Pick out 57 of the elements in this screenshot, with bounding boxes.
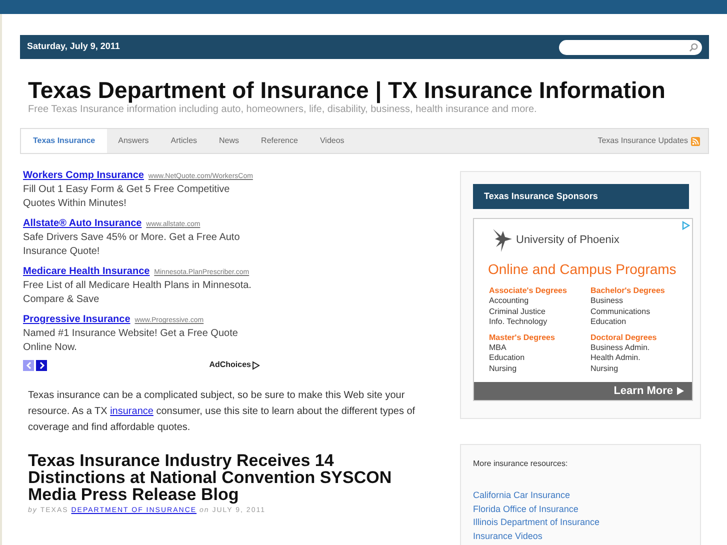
degree-item: Accounting [489, 296, 530, 306]
chevron-left-icon [26, 362, 32, 368]
resource-link[interactable]: California Car Insurance [473, 489, 570, 502]
intro-paragraph: Texas insurance can be a complicated subject, so be sure to make this Web site your resource. As a TX insurance consumer, use this site to learn about the different types of coverage and find affordable quotes. [28, 389, 416, 435]
post-title[interactable]: Texas Insurance Industry Receives 14 Distinctions at National Convention SYSCON Media Press Release Blog [28, 452, 428, 503]
date-text: Saturday, July 9, 2011 [27, 40, 120, 54]
sponsors-heading: Texas Insurance Sponsors [473, 184, 689, 209]
ad-description: Safe Drivers Save 45% or More. Get a Free Auto Insurance Quote! [23, 231, 241, 259]
play-triangle-icon [252, 360, 260, 370]
ad-title-link[interactable]: Progressive Insurance [23, 314, 130, 325]
degree-item: Info. Technology [489, 317, 548, 328]
degree-heading: Bachelor's Degrees [590, 285, 666, 296]
resource-link[interactable]: Florida Office of Insurance [473, 502, 578, 516]
adchoices-link[interactable]: AdChoices [209, 359, 251, 371]
rss-icon [691, 136, 700, 146]
search-field[interactable] [559, 40, 702, 54]
nav-tab[interactable]: Articles [160, 129, 208, 153]
search-icon [689, 42, 698, 52]
degree-heading: Associate's Degrees [489, 285, 568, 296]
nav-tab[interactable]: News [208, 129, 250, 153]
resource-link[interactable]: Insurance Videos [473, 530, 542, 543]
ad-title-link[interactable]: Workers Comp Insurance [23, 170, 144, 181]
degree-heading: Doctoral Degrees [590, 332, 658, 342]
adchoices-icon [682, 221, 690, 230]
ad-description: Free List of all Medicare Health Plans in Minnesota. Compare & Save [23, 279, 252, 307]
site-tagline: Free Texas Insurance information including auto, homeowners, life, disability, business, health insurance and more. [28, 104, 538, 116]
degree-item: Business Admin. [590, 342, 651, 353]
resources-heading: More insurance resources: [473, 458, 569, 470]
degree-item: Health Admin. [590, 353, 642, 364]
learn-more-button[interactable]: Learn More [474, 382, 692, 400]
degree-item: Education [489, 353, 526, 364]
nav-tab[interactable]: Answers [107, 129, 160, 153]
next-button[interactable] [36, 360, 47, 370]
degree-item: Nursing [590, 364, 620, 374]
university-ad[interactable] [473, 218, 693, 401]
play-triangle-icon [677, 387, 684, 395]
insurance-link[interactable]: insurance [110, 406, 154, 417]
degree-item: Education [590, 317, 628, 328]
chevron-right-icon [38, 362, 44, 368]
nav-tab[interactable]: Texas Insurance [21, 129, 108, 153]
degree-item: Criminal Justice [489, 306, 546, 317]
degree-item: Business [590, 296, 624, 306]
degree-item: Communications [590, 306, 652, 317]
nav-tab[interactable]: Reference [250, 129, 309, 153]
ad-description: Fill Out 1 Easy Form & Get 5 Free Competitive Quotes Within Minutes! [23, 183, 231, 211]
ad-headline: Online and Campus Programs [488, 260, 678, 279]
degree-heading: Master's Degrees [489, 332, 556, 342]
degree-item: Nursing [489, 364, 518, 374]
brand-text: University of Phoenix [516, 233, 620, 248]
degree-item: MBA [489, 342, 508, 353]
site-title: Texas Department of Insurance | TX Insurance Information [28, 76, 666, 104]
updates-link[interactable]: Texas Insurance Updates [598, 135, 688, 147]
nav-tab[interactable]: Videos [308, 129, 356, 153]
ad-description: Named #1 Insurance Website! Get a Free Quote Online Now. [23, 327, 239, 355]
ad-title-link[interactable]: Medicare Health Insurance [23, 266, 150, 277]
ad-title-link[interactable]: Allstate® Auto Insurance [23, 218, 142, 229]
resource-link[interactable]: Illinois Department of Insurance [473, 516, 600, 530]
